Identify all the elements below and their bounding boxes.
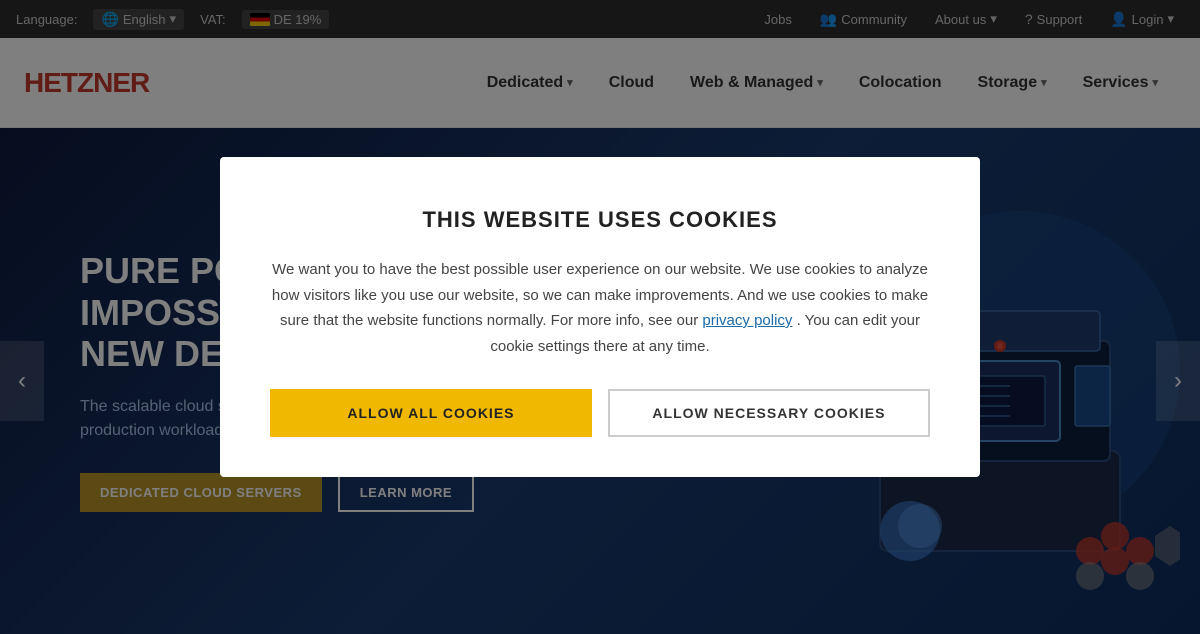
cookie-buttons: ALLOW ALL COOKIES ALLOW NECESSARY COOKIE…: [270, 389, 930, 437]
cookie-text: We want you to have the best possible us…: [270, 257, 930, 359]
privacy-policy-link[interactable]: privacy policy: [702, 312, 792, 329]
cookie-title: THIS WEBSITE USES COOKIES: [270, 207, 930, 233]
cookie-overlay: THIS WEBSITE USES COOKIES We want you to…: [0, 0, 1200, 634]
allow-necessary-cookies-button[interactable]: ALLOW NECESSARY COOKIES: [608, 389, 930, 437]
cookie-modal: THIS WEBSITE USES COOKIES We want you to…: [220, 157, 980, 477]
allow-all-cookies-button[interactable]: ALLOW ALL COOKIES: [270, 389, 592, 437]
